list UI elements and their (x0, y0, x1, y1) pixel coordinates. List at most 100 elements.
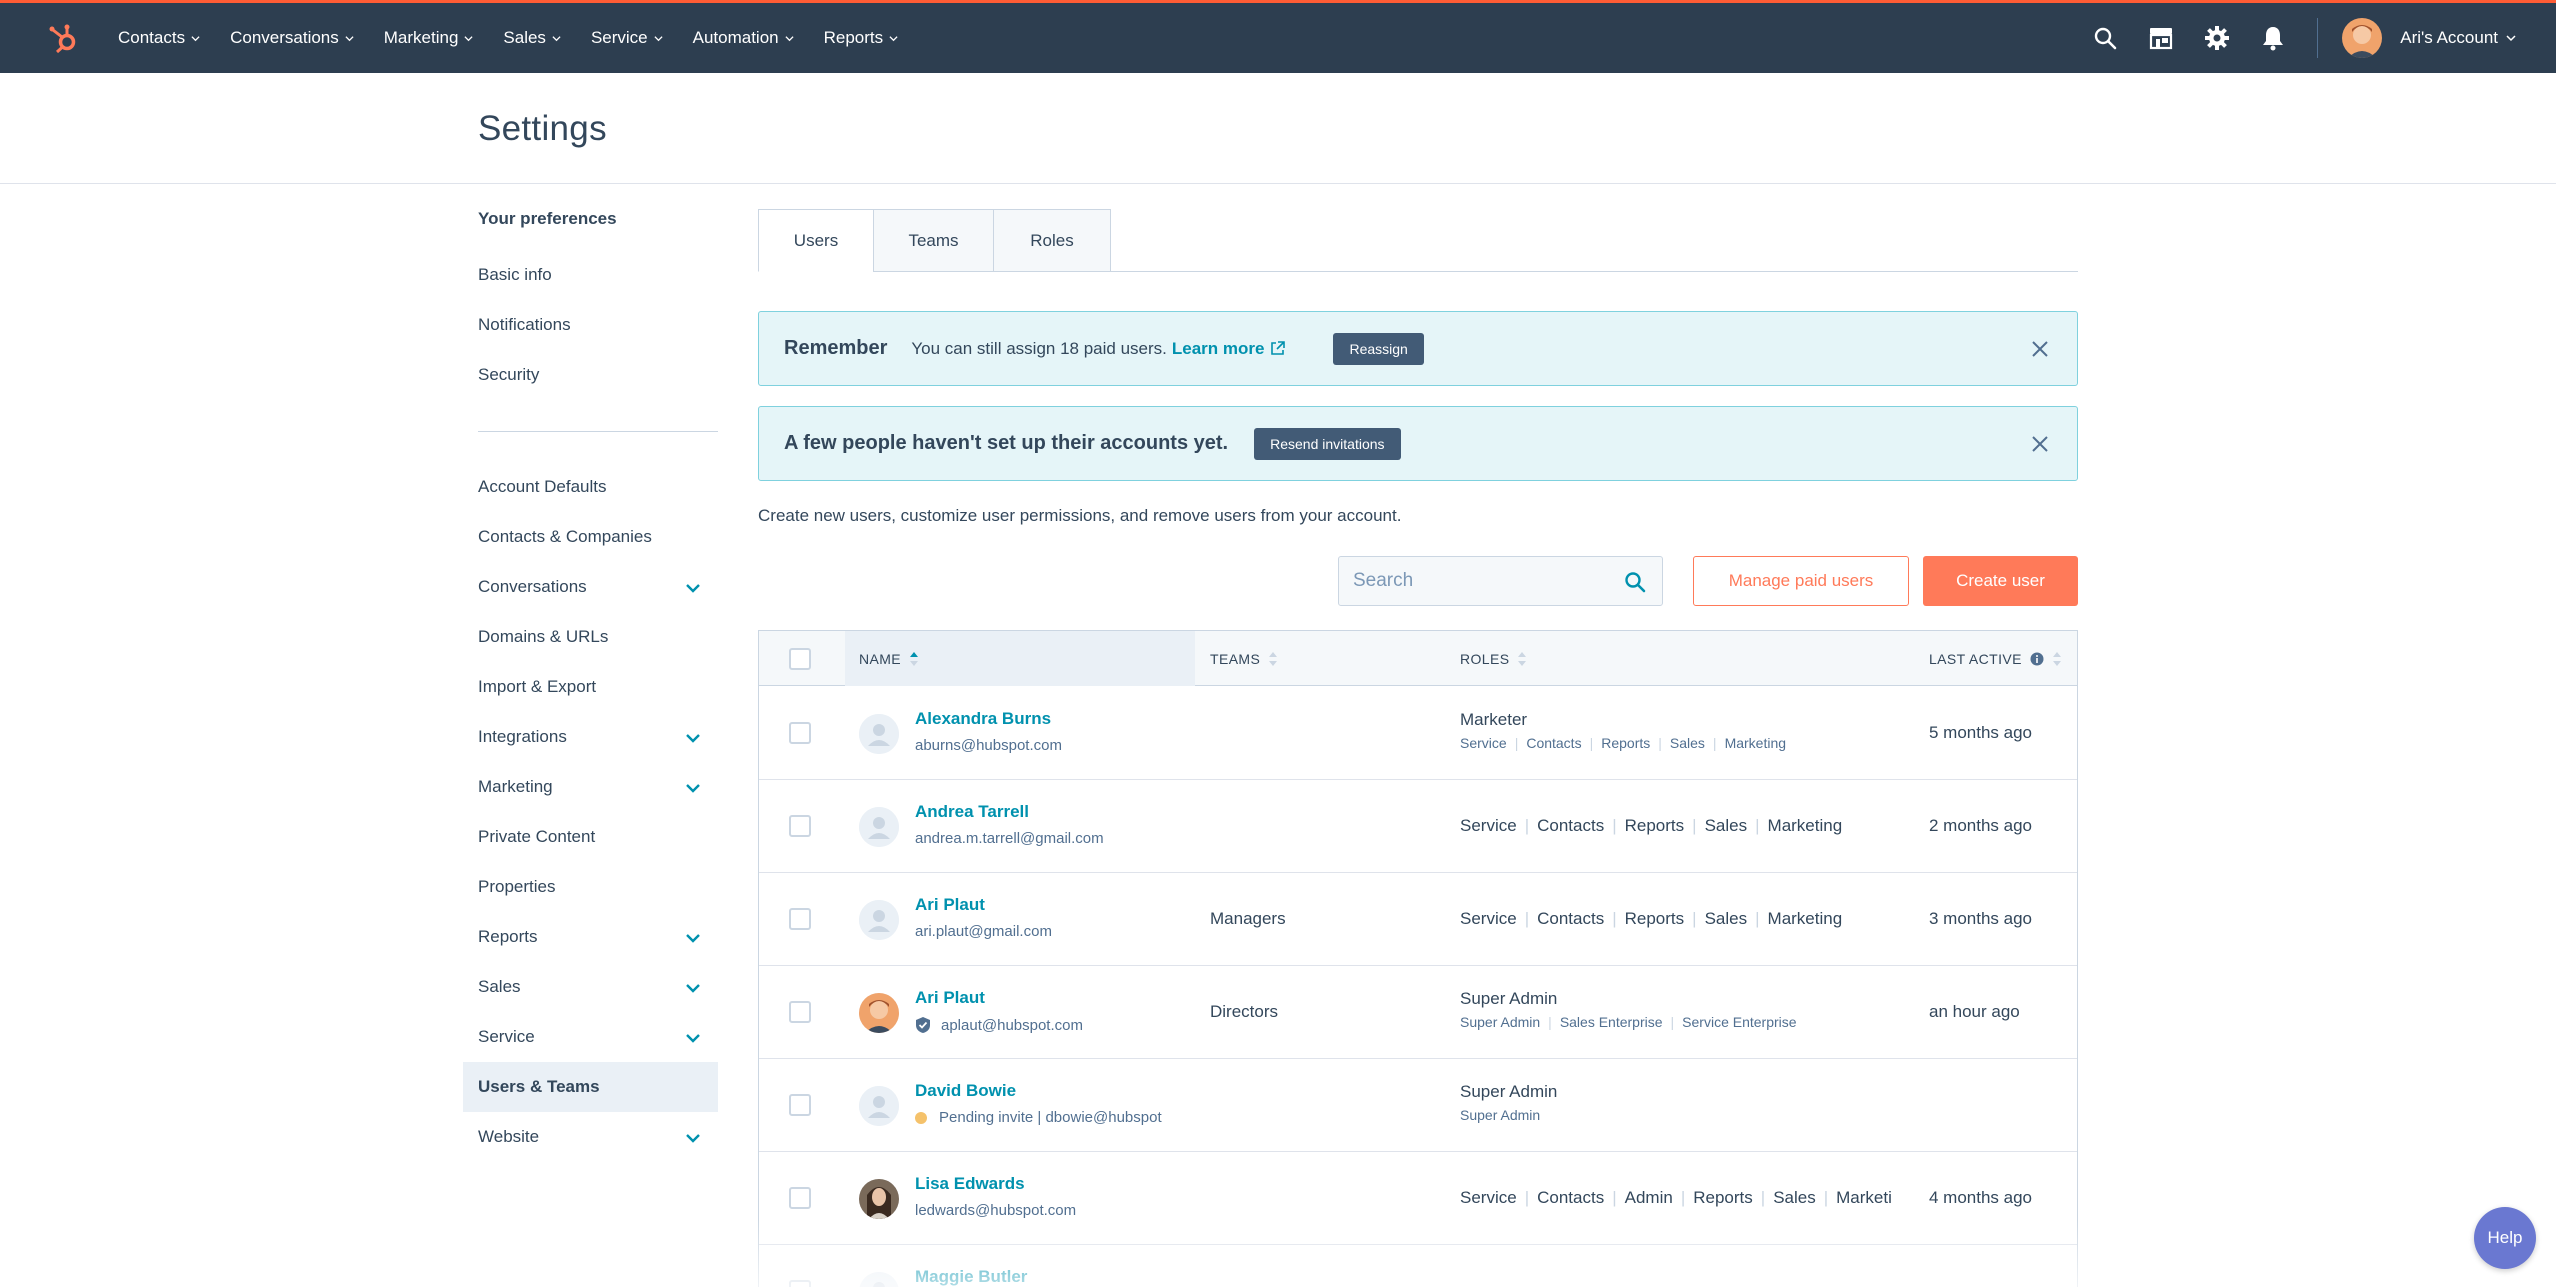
sidebar-item-conversations[interactable]: Conversations (463, 562, 718, 612)
nav-item-sales[interactable]: Sales (503, 28, 561, 48)
separator: | (1760, 1188, 1766, 1207)
help-button[interactable]: Help (2474, 1207, 2536, 1269)
nav-item-automation[interactable]: Automation (693, 28, 794, 48)
last-active: 2 months ago (1929, 816, 2033, 835)
sidebar-item-label: Contacts & Companies (478, 527, 652, 546)
sidebar-item-marketing[interactable]: Marketing (463, 762, 718, 812)
learn-more-link[interactable]: Learn more (1172, 339, 1286, 359)
sidebar-item-integrations[interactable]: Integrations (463, 712, 718, 762)
search-field[interactable] (1338, 556, 1663, 606)
row-checkbox[interactable] (789, 1280, 811, 1287)
sidebar-item-import-export[interactable]: Import & Export (463, 662, 718, 712)
sidebar-item-label: Account Defaults (478, 477, 607, 496)
alert-text: You can still assign 18 paid users. (911, 338, 1167, 358)
sidebar-item-label: Sales (478, 977, 521, 996)
create-user-button[interactable]: Create user (1923, 556, 2078, 606)
column-label: ROLES (1460, 650, 1510, 667)
row-checkbox[interactable] (789, 908, 811, 930)
chevron-down-icon (345, 35, 354, 41)
account-avatar[interactable] (2342, 18, 2383, 58)
sidebar-item-properties[interactable]: Properties (463, 862, 718, 912)
sidebar-item-label: Private Content (478, 827, 596, 846)
separator: | (1612, 1188, 1617, 1207)
chevron-down-icon[interactable] (684, 779, 702, 797)
permission-tag: Service (1460, 816, 1517, 835)
chevron-down-icon[interactable] (684, 979, 702, 997)
row-checkbox[interactable] (789, 1094, 811, 1116)
sidebar-item-notifications[interactable]: Notifications (463, 300, 718, 350)
page-title: Settings (478, 109, 607, 148)
user-email: aburns@hubspot.com (915, 737, 1062, 754)
nav-item-label: Service (590, 28, 648, 47)
separator: | (1692, 816, 1697, 835)
row-checkbox[interactable] (789, 1187, 811, 1209)
info-icon[interactable] (2030, 652, 2044, 666)
select-all-checkbox[interactable] (789, 647, 811, 670)
column-header-name[interactable]: NAME (845, 631, 1195, 686)
sidebar-item-label: Reports (478, 927, 538, 946)
row-checkbox[interactable] (789, 722, 811, 744)
nav-item-marketing[interactable]: Marketing (384, 28, 474, 48)
nav-item-contacts[interactable]: Contacts (118, 28, 200, 48)
user-name-link[interactable]: Ari Plaut (915, 895, 985, 915)
nav-item-conversations[interactable]: Conversations (230, 28, 354, 48)
sidebar-item-account-defaults[interactable]: Account Defaults (463, 462, 718, 512)
chevron-down-icon[interactable] (684, 929, 702, 947)
chevron-down-icon (464, 35, 473, 41)
user-name-link[interactable]: David Bowie (915, 1081, 1016, 1101)
gear-icon[interactable] (2203, 24, 2231, 52)
column-header-roles[interactable]: ROLES (1460, 631, 1527, 686)
user-email: ledwards@hubspot.com (915, 1202, 1076, 1219)
row-checkbox[interactable] (789, 1001, 811, 1023)
nav-item-service[interactable]: Service (591, 28, 663, 48)
chevron-down-icon[interactable] (684, 1029, 702, 1047)
chevron-down-icon[interactable] (684, 579, 702, 597)
search-input[interactable] (1339, 557, 1609, 605)
sidebar-item-domains-urls[interactable]: Domains & URLs (463, 612, 718, 662)
separator: | (1612, 816, 1617, 835)
close-icon[interactable] (2031, 435, 2049, 453)
user-email-text: aplaut@hubspot.com (941, 1016, 1083, 1034)
tab-teams[interactable]: Teams (873, 209, 994, 272)
account-menu[interactable]: Ari's Account (2400, 28, 2516, 48)
manage-paid-users-button[interactable]: Manage paid users (1693, 556, 1909, 606)
column-header-teams[interactable]: TEAMS (1210, 631, 1278, 686)
reassign-button[interactable]: Reassign (1333, 332, 1424, 365)
row-checkbox[interactable] (789, 815, 811, 837)
sidebar-item-reports[interactable]: Reports (463, 912, 718, 962)
chevron-down-icon (889, 35, 898, 41)
close-icon[interactable] (2031, 340, 2049, 358)
search-icon[interactable] (1624, 571, 1646, 593)
sidebar-item-users-teams[interactable]: Users & Teams (463, 1062, 718, 1112)
column-header-last-active[interactable]: LAST ACTIVE (1929, 631, 2062, 686)
sidebar-item-private-content[interactable]: Private Content (463, 812, 718, 862)
sidebar-item-basic-info[interactable]: Basic info (463, 250, 718, 300)
user-name-link[interactable]: Maggie Butler (915, 1267, 1027, 1287)
sidebar-item-contacts-companies[interactable]: Contacts & Companies (463, 512, 718, 562)
nav-item-reports[interactable]: Reports (824, 28, 899, 48)
permission-tag: Admin (1624, 1188, 1673, 1207)
sidebar-item-website[interactable]: Website (463, 1112, 718, 1162)
resend-invitations-button[interactable]: Resend invitations (1254, 427, 1401, 460)
search-icon[interactable] (2091, 24, 2119, 52)
sidebar-item-sales[interactable]: Sales (463, 962, 718, 1012)
user-name-link[interactable]: Andrea Tarrell (915, 802, 1029, 822)
tab-users[interactable]: Users (758, 209, 874, 272)
shield-icon (916, 1017, 930, 1033)
bell-icon[interactable] (2259, 24, 2287, 52)
user-name-link[interactable]: Alexandra Burns (915, 709, 1051, 729)
chevron-down-icon[interactable] (684, 729, 702, 747)
chevron-down-icon[interactable] (684, 1129, 702, 1147)
page-description: Create new users, customize user permiss… (758, 506, 1402, 525)
permission-tag: Marketi (1836, 1188, 1892, 1207)
sidebar-item-security[interactable]: Security (463, 350, 718, 400)
permission-tag: Contacts (1537, 909, 1605, 928)
user-name-link[interactable]: Ari Plaut (915, 988, 985, 1008)
sidebar-item-service[interactable]: Service (463, 1012, 718, 1062)
tab-roles[interactable]: Roles (993, 209, 1111, 272)
user-name-link[interactable]: Lisa Edwards (915, 1174, 1025, 1194)
hubspot-logo-icon[interactable] (44, 19, 84, 59)
marketplace-icon[interactable] (2147, 24, 2175, 52)
nav-item-label: Automation (692, 28, 779, 47)
sidebar-item-label: Marketing (478, 777, 553, 796)
